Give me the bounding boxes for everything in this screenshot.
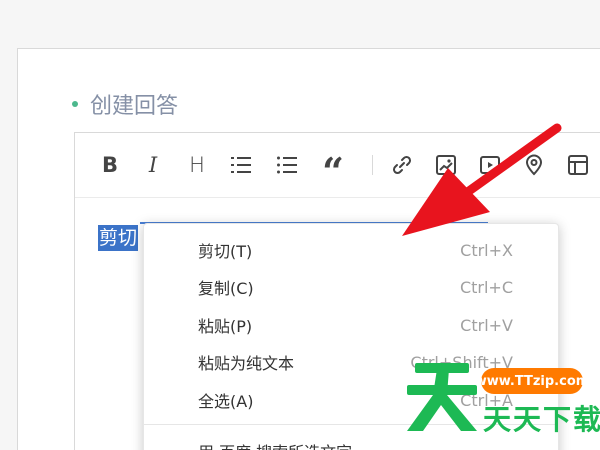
menu-item-label: 复制(C)	[198, 279, 254, 298]
italic-icon: I	[148, 152, 158, 177]
table-icon	[568, 155, 588, 175]
heading-button[interactable]: H	[184, 152, 210, 178]
ordered-list-button[interactable]	[228, 152, 254, 178]
quote-icon: “	[322, 149, 344, 194]
menu-item-label: 全选(A)	[198, 392, 254, 411]
watermark-brand: 天天下载	[483, 403, 600, 436]
left-gutter	[0, 48, 17, 450]
location-button[interactable]	[521, 152, 547, 178]
unordered-list-icon	[277, 156, 297, 174]
heading-icon: H	[189, 152, 205, 177]
menu-item-shortcut: Ctrl+V	[460, 315, 513, 335]
top-bar	[0, 0, 600, 49]
menu-item-label: 剪切(T)	[198, 242, 253, 261]
unordered-list-button[interactable]	[274, 152, 300, 178]
video-icon	[480, 156, 500, 174]
table-button[interactable]	[565, 152, 591, 178]
section-heading: 创建回答	[72, 88, 178, 120]
menu-item-shortcut: Ctrl+X	[460, 240, 513, 260]
menu-item-paste[interactable]: 粘贴(P) Ctrl+V	[144, 307, 558, 343]
menu-item-cut[interactable]: 剪切(T) Ctrl+X	[144, 232, 558, 268]
bullet-icon	[72, 101, 78, 107]
bold-button[interactable]: B	[97, 152, 123, 178]
selected-text[interactable]: 剪切	[98, 225, 139, 251]
section-title: 创建回答	[90, 94, 179, 119]
location-icon	[525, 154, 543, 176]
menu-item-label: 粘贴(P)	[198, 317, 253, 336]
quote-button[interactable]: “	[320, 152, 346, 191]
image-button[interactable]	[433, 152, 459, 178]
watermark-logo-icon	[407, 363, 477, 431]
link-button[interactable]	[389, 152, 415, 178]
watermark: www.TTzip.com 天天下载	[403, 355, 600, 445]
watermark-url-badge: www.TTzip.com	[475, 368, 589, 394]
toolbar-separator	[372, 155, 373, 175]
image-icon	[436, 155, 456, 175]
link-icon	[392, 155, 412, 175]
bold-icon: B	[101, 152, 118, 177]
menu-item-search-selection[interactable]: 用 百度 搜索所选文字	[198, 439, 352, 450]
editor-toolbar: B I H “	[75, 133, 600, 198]
menu-item-label: 粘贴为纯文本	[198, 354, 295, 373]
video-button[interactable]	[477, 152, 503, 178]
ordered-list-icon	[231, 157, 251, 173]
page: 创建回答 B I H “ 剪切 剪切(T) Ctrl+X 复制(C) Ctrl+…	[0, 0, 600, 450]
italic-button[interactable]: I	[140, 152, 166, 178]
menu-item-shortcut: Ctrl+C	[459, 277, 513, 297]
menu-item-copy[interactable]: 复制(C) Ctrl+C	[144, 269, 558, 305]
left-divider	[17, 48, 18, 450]
